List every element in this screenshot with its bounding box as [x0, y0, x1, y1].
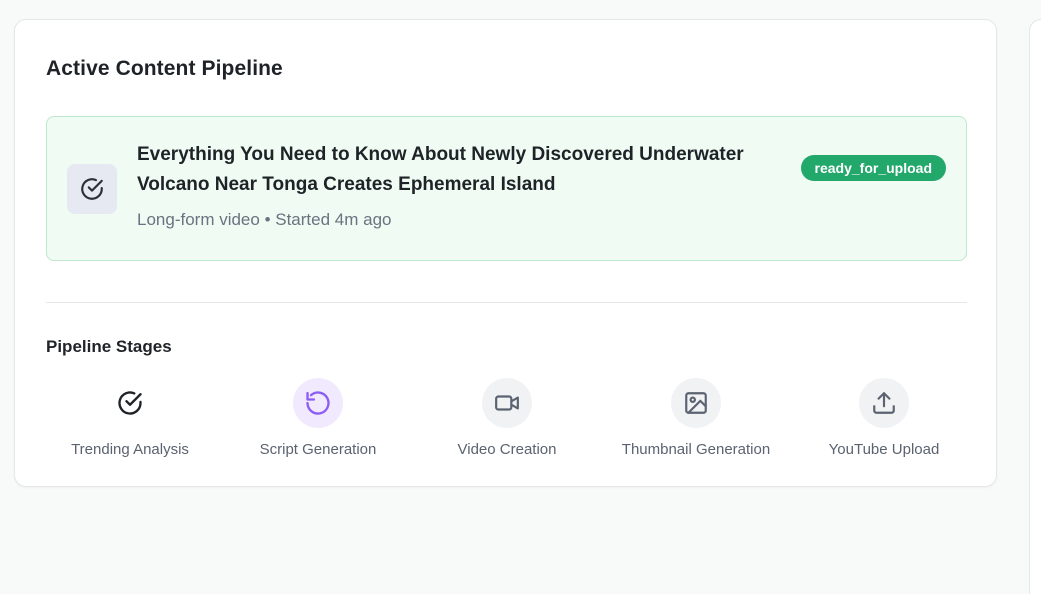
stage-label: Script Generation — [259, 441, 377, 458]
stage-status-complete — [105, 378, 155, 428]
stage-script-generation[interactable]: Script Generation — [228, 378, 408, 458]
status-badge: ready_for_upload — [800, 155, 946, 181]
stage-status-pending — [859, 378, 909, 428]
stage-trending-analysis[interactable]: Trending Analysis — [40, 378, 220, 458]
side-panel — [1029, 19, 1041, 594]
divider — [46, 302, 967, 303]
active-pipeline-item[interactable]: Everything You Need to Know About Newly … — [46, 116, 967, 261]
check-circle-icon — [118, 391, 142, 415]
video-camera-icon — [495, 395, 519, 411]
stage-label: Thumbnail Generation — [621, 441, 771, 458]
stage-status-pending — [482, 378, 532, 428]
item-meta: Long-form video • Started 4m ago — [137, 210, 392, 229]
refresh-icon — [306, 391, 330, 415]
stage-label: Trending Analysis — [71, 441, 189, 458]
stage-label: Video Creation — [457, 441, 557, 458]
check-circle-icon — [81, 178, 103, 200]
image-icon — [685, 392, 707, 414]
stage-label: YouTube Upload — [828, 441, 940, 458]
pipeline-card: Active Content Pipeline Everything You N… — [14, 19, 997, 487]
stage-youtube-upload[interactable]: YouTube Upload — [794, 378, 974, 458]
item-title: Everything You Need to Know About Newly … — [137, 144, 744, 195]
stage-status-in-progress — [293, 378, 343, 428]
stage-status-pending — [671, 378, 721, 428]
page: Active Content Pipeline Everything You N… — [0, 0, 1041, 594]
card-title: Active Content Pipeline — [46, 57, 283, 80]
stages-title: Pipeline Stages — [46, 337, 172, 356]
stage-thumbnail-generation[interactable]: Thumbnail Generation — [606, 378, 786, 458]
item-icon-box — [67, 164, 117, 214]
stage-video-creation[interactable]: Video Creation — [417, 378, 597, 458]
upload-icon — [873, 392, 895, 414]
